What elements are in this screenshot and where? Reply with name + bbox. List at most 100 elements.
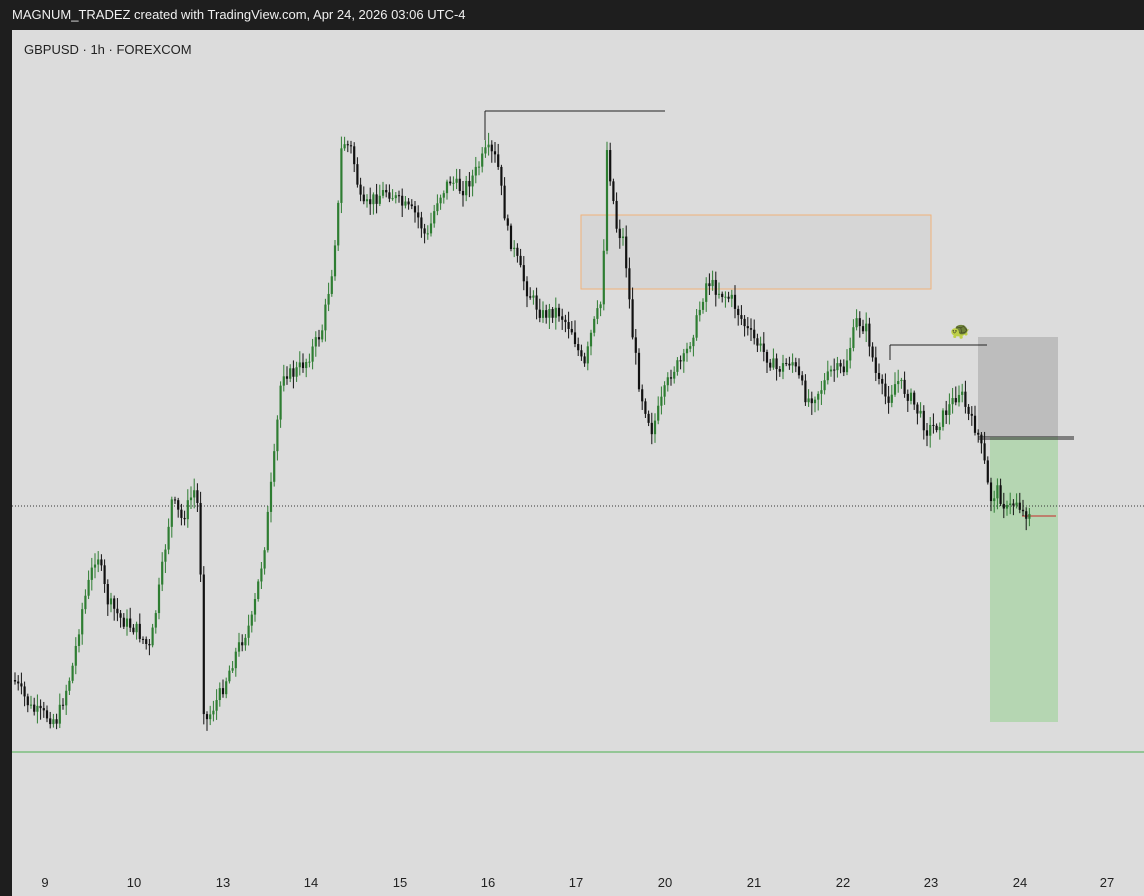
candle-body	[989, 482, 993, 502]
time-axis[interactable]: 9 10 13 14 15 16 17 20 21 22 23 24 27	[12, 866, 1144, 896]
candle-body	[823, 380, 826, 391]
candle-body	[285, 376, 289, 379]
candle-body	[634, 337, 637, 353]
candlestick-chart[interactable]	[12, 30, 1144, 866]
candle-body	[679, 360, 682, 362]
candle-body	[829, 369, 833, 372]
candle-body	[484, 147, 487, 154]
candle-body	[113, 598, 116, 609]
candle-body	[39, 705, 42, 709]
candle-body	[77, 634, 81, 646]
candle-body	[535, 295, 538, 310]
candle-body	[388, 192, 391, 199]
candle-body	[967, 406, 970, 414]
candle-body	[753, 329, 756, 339]
candle-body	[237, 642, 241, 652]
candle-body	[801, 375, 804, 381]
candle-body	[129, 618, 132, 628]
candle-body	[913, 392, 916, 405]
x-tick-label: 27	[1099, 875, 1115, 890]
candle-body	[861, 326, 865, 332]
candle-body	[1002, 503, 1005, 509]
candle-body	[986, 460, 989, 483]
candle-body	[186, 500, 189, 520]
candle-body	[36, 705, 39, 712]
candle-body	[442, 193, 445, 198]
candle-body	[349, 145, 353, 147]
candle-body	[503, 185, 506, 219]
candle-body	[125, 618, 129, 627]
candle-body	[97, 559, 100, 565]
candle-body	[778, 369, 781, 372]
candle-body	[161, 561, 164, 585]
candle-body	[106, 584, 109, 605]
candle-body	[205, 714, 209, 720]
candle-body	[605, 150, 609, 251]
candle-body	[138, 623, 141, 639]
candle-body	[733, 294, 737, 309]
candle-body	[909, 392, 913, 401]
candle-body	[490, 144, 493, 152]
candle-body	[221, 688, 225, 695]
candle-body	[225, 681, 228, 695]
candle-body	[212, 710, 215, 715]
candle-body	[93, 564, 97, 568]
candle-body	[765, 351, 769, 363]
candle-body	[977, 432, 980, 435]
candle-body	[49, 718, 52, 725]
chart-area[interactable]: GBPUSD · 1h · FOREXCOM	[12, 30, 1144, 866]
candle-body	[132, 627, 135, 633]
candle-body	[868, 323, 871, 347]
candle-body	[372, 194, 375, 205]
candle-body	[663, 385, 666, 397]
candle-body	[436, 203, 439, 212]
candle-body	[897, 381, 900, 385]
candle-body	[311, 346, 314, 362]
candle-body	[20, 683, 23, 687]
candle-body	[730, 294, 733, 299]
left-border	[0, 30, 12, 896]
candle-body	[529, 296, 532, 298]
candle-body	[532, 295, 535, 298]
candle-body	[109, 598, 113, 605]
candle-body	[612, 181, 615, 201]
candle-body	[180, 509, 183, 518]
candle-body	[980, 434, 983, 444]
candle-body	[573, 332, 577, 345]
candle-body	[570, 328, 573, 333]
candle-body	[705, 283, 708, 302]
candle-body	[177, 500, 180, 510]
candle-body	[580, 350, 583, 357]
candle-body	[250, 614, 253, 626]
candle-body	[618, 228, 621, 239]
risk-zone	[978, 337, 1058, 437]
candle-body	[682, 353, 685, 362]
candle-body	[202, 574, 205, 715]
candle-body	[493, 151, 497, 155]
candle-body	[100, 559, 103, 566]
candle-body	[874, 357, 877, 373]
candle-body	[596, 308, 599, 319]
candle-body	[426, 233, 429, 235]
candle-body	[842, 366, 845, 373]
supply-zone	[580, 214, 932, 290]
candle-body	[759, 343, 762, 346]
candle-body	[173, 499, 177, 501]
candle-body	[839, 363, 842, 367]
candle-body	[641, 389, 644, 402]
candle-body	[900, 379, 903, 382]
candle-body	[45, 710, 49, 719]
candle-body	[87, 579, 90, 596]
candle-body	[932, 424, 935, 426]
candle-body	[433, 211, 436, 224]
candle-body	[916, 404, 919, 414]
candle-body	[301, 362, 305, 369]
x-tick-label: 14	[303, 875, 319, 890]
candle-body	[497, 154, 500, 167]
candle-body	[820, 390, 823, 394]
candle-body	[1018, 502, 1021, 510]
x-tick-label: 16	[480, 875, 496, 890]
candle-body	[55, 719, 58, 724]
candle-body	[954, 398, 957, 403]
candle-body	[676, 360, 679, 372]
